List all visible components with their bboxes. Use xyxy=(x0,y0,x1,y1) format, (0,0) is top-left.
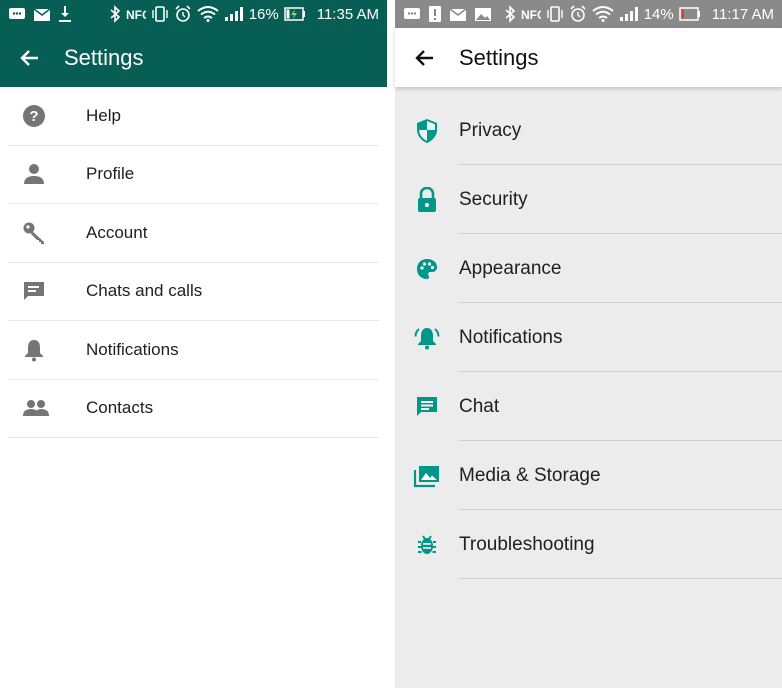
settings-item-label: Media & Storage xyxy=(459,464,601,486)
svg-text:NFC: NFC xyxy=(126,8,146,22)
mail-notification-icon xyxy=(449,8,467,21)
clock: 11:35 AM xyxy=(316,5,379,23)
settings-item-notifications[interactable]: Notifications xyxy=(8,321,379,380)
contacts-icon xyxy=(8,396,86,420)
settings-item-label: Privacy xyxy=(459,119,522,141)
back-button[interactable] xyxy=(0,28,60,87)
lock-icon xyxy=(395,186,459,213)
settings-list: Privacy Security Appearance Notification… xyxy=(395,87,782,579)
signal-icon xyxy=(224,7,243,21)
screen-divider xyxy=(387,0,395,688)
status-bar: NFC 14% 11:17 AM xyxy=(395,0,782,28)
bluetooth-icon xyxy=(110,5,120,23)
settings-item-label: Troubleshooting xyxy=(459,533,595,555)
svg-text:?: ? xyxy=(29,108,38,125)
wifi-icon xyxy=(197,6,219,22)
settings-list: ? Help Profile Account Chats and calls N… xyxy=(0,87,387,438)
page-title: Settings xyxy=(459,44,539,70)
alert-icon xyxy=(429,6,441,22)
mail-notification-icon xyxy=(33,8,51,21)
battery-percentage: 16% xyxy=(248,5,279,23)
settings-item-label: Chat xyxy=(459,395,500,417)
settings-item-help[interactable]: ? Help xyxy=(8,87,379,146)
battery-low-icon xyxy=(678,7,700,21)
settings-item-contacts[interactable]: Contacts xyxy=(8,380,379,438)
settings-item-appearance[interactable]: Appearance xyxy=(395,234,782,303)
settings-item-security[interactable]: Security xyxy=(395,165,782,234)
settings-item-troubleshooting[interactable]: Troubleshooting xyxy=(395,510,782,579)
battery-charging-icon xyxy=(283,7,305,21)
clock: 11:17 AM xyxy=(711,5,774,23)
page-title: Settings xyxy=(64,44,144,70)
app-bar: Settings xyxy=(0,28,387,87)
bluetooth-icon xyxy=(505,5,515,23)
chat-icon xyxy=(395,395,459,419)
wifi-icon xyxy=(592,6,614,22)
status-bar: NFC 16% 11:35 AM xyxy=(0,0,387,28)
settings-item-profile[interactable]: Profile xyxy=(8,146,379,204)
image-notification-icon xyxy=(475,8,491,21)
arrow-back-icon xyxy=(20,49,38,66)
settings-item-chats-and-calls[interactable]: Chats and calls xyxy=(8,263,379,321)
settings-item-label: Notifications xyxy=(459,326,563,348)
bell-icon xyxy=(8,338,86,362)
key-icon xyxy=(8,221,86,245)
settings-item-media-storage[interactable]: Media & Storage xyxy=(395,441,782,510)
chat-icon xyxy=(8,279,86,303)
shield-icon xyxy=(395,118,459,144)
palette-icon xyxy=(395,257,459,281)
message-notification-icon xyxy=(9,8,25,19)
nfc-icon: NFC xyxy=(126,8,146,22)
media-icon xyxy=(395,464,459,488)
alarm-icon xyxy=(570,5,586,22)
help-icon: ? xyxy=(8,104,86,128)
left-screen: NFC 16% 11:35 AM Settings ? Help xyxy=(0,0,387,688)
settings-item-label: Notifications xyxy=(86,339,179,359)
arrow-back-icon xyxy=(415,49,433,66)
app-bar: Settings xyxy=(395,28,782,87)
battery-percentage: 14% xyxy=(643,5,674,23)
right-screen: NFC 14% 11:17 AM Settings Privacy xyxy=(395,0,782,688)
vibrate-icon xyxy=(152,6,168,22)
person-icon xyxy=(8,162,86,186)
back-button[interactable] xyxy=(395,28,455,87)
settings-item-account[interactable]: Account xyxy=(8,204,379,263)
settings-item-privacy[interactable]: Privacy xyxy=(395,96,782,165)
bell-ringing-icon xyxy=(395,325,459,351)
settings-item-label: Contacts xyxy=(86,398,154,418)
message-notification-icon xyxy=(404,8,420,19)
settings-item-label: Appearance xyxy=(459,257,562,279)
bug-icon xyxy=(395,533,459,557)
alarm-icon xyxy=(175,5,191,22)
settings-item-label: Help xyxy=(86,105,121,125)
settings-item-label: Chats and calls xyxy=(86,281,203,301)
settings-item-label: Account xyxy=(86,222,148,242)
vibrate-icon xyxy=(547,6,563,22)
settings-item-label: Profile xyxy=(86,164,135,184)
signal-icon xyxy=(619,7,638,21)
settings-item-notifications[interactable]: Notifications xyxy=(395,303,782,372)
settings-item-chat[interactable]: Chat xyxy=(395,372,782,441)
download-icon xyxy=(59,6,71,22)
settings-item-label: Security xyxy=(459,188,528,210)
svg-text:NFC: NFC xyxy=(521,8,541,22)
nfc-icon: NFC xyxy=(521,8,541,22)
